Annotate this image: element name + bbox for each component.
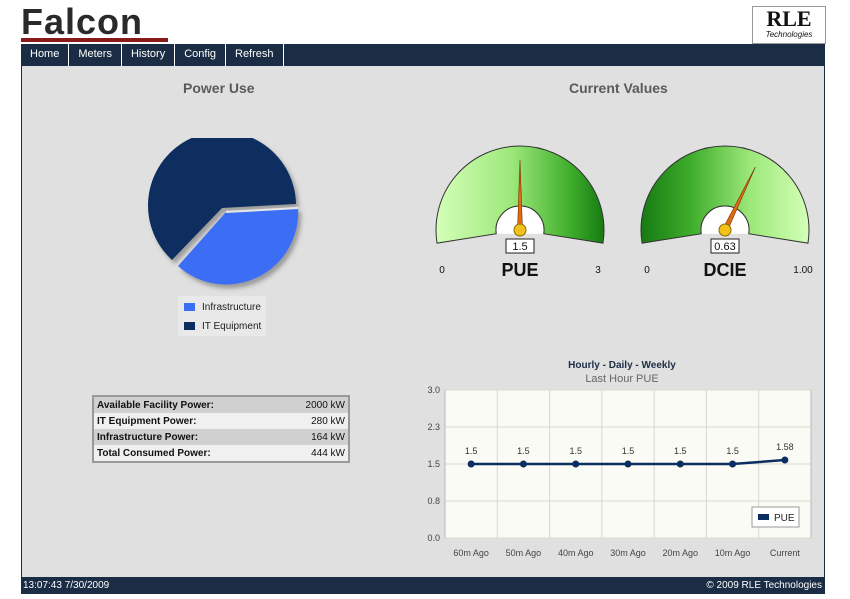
x-tick-label: Current (770, 548, 801, 558)
x-tick-label: 20m Ago (663, 548, 699, 558)
gauge-min-label: 0 (644, 265, 650, 276)
power-use-pie (148, 138, 299, 285)
stats-value: 444 kW (311, 447, 345, 459)
gauge-max-label: 1.00 (793, 265, 813, 276)
data-point (572, 460, 580, 468)
pue-gauge: 1.5 PUE 0 3 (435, 145, 605, 280)
gauges: 1.5 PUE 0 3 0.63 DCIE 0 1.00 (435, 145, 813, 280)
pue-line-chart: Hourly - Daily - Weekly Last Hour PUE 0.… (427, 360, 812, 558)
status-timestamp: 13:07:43 7/30/2009 (23, 580, 110, 591)
x-tick-label: 10m Ago (715, 548, 751, 558)
nav-meters[interactable]: Meters (69, 44, 122, 66)
brand-logo-text: RLE (766, 6, 812, 31)
stats-value: 2000 kW (305, 399, 345, 411)
stats-value: 280 kW (311, 415, 345, 427)
copyright: © 2009 RLE Technologies (706, 580, 822, 591)
data-label: 1.5 (726, 446, 739, 456)
data-point (624, 460, 632, 468)
data-label: 1.5 (517, 446, 530, 456)
gauge-min-label: 0 (439, 265, 445, 276)
chart-subtitle: Last Hour PUE (585, 373, 658, 385)
data-label: 1.58 (776, 442, 794, 452)
data-label: 1.5 (569, 446, 582, 456)
nav-history[interactable]: History (122, 44, 176, 66)
x-tick-label: 60m Ago (453, 548, 489, 558)
gauge-pivot (718, 223, 732, 237)
gauge-value: 1.5 (512, 241, 527, 253)
x-tick-label: 30m Ago (610, 548, 646, 558)
chart-title: Hourly - Daily - Weekly (568, 360, 676, 371)
y-tick-label: 3.0 (427, 385, 440, 395)
y-tick-label: 1.5 (427, 459, 440, 469)
data-label: 1.5 (465, 446, 478, 456)
stats-label: IT Equipment Power: (97, 415, 197, 427)
chart-legend: PUE (751, 506, 800, 528)
main-nav: Home Meters History Config Refresh (21, 44, 825, 66)
x-tick-label: 50m Ago (506, 548, 542, 558)
data-point (729, 460, 737, 468)
stats-label: Total Consumed Power: (97, 447, 211, 459)
stats-row-available: Available Facility Power: 2000 kW (93, 396, 349, 413)
y-tick-label: 2.3 (427, 422, 440, 432)
stats-value: 164 kW (311, 431, 345, 443)
legend-item-it-equipment: IT Equipment (184, 321, 261, 332)
stats-label: Infrastructure Power: (97, 431, 199, 443)
y-tick-label: 0.8 (427, 496, 440, 506)
logo-underline (21, 38, 168, 42)
data-label: 1.5 (622, 446, 635, 456)
legend-label-infrastructure: Infrastructure (202, 302, 261, 313)
chart-y-axis: 0.0 0.8 1.5 2.3 3.0 (427, 385, 440, 543)
brand-logo: RLE Technologies (752, 6, 826, 44)
nav-home[interactable]: Home (21, 44, 70, 66)
x-tick-label: 40m Ago (558, 548, 594, 558)
chart-x-axis: 60m Ago 50m Ago 40m Ago 30m Ago 20m Ago 10m A… (453, 548, 800, 558)
legend-item-infrastructure: Infrastructure (184, 302, 261, 313)
gauge-value: 0.63 (714, 241, 735, 253)
power-use-title: Power Use (183, 80, 255, 96)
gauge-name: DCIE (703, 260, 746, 280)
stats-row-infrastructure: Infrastructure Power: 164 kW (93, 429, 349, 445)
pie-legend: Infrastructure IT Equipment (178, 296, 266, 336)
current-values-title: Current Values (569, 80, 668, 96)
status-bar: 13:07:43 7/30/2009 © 2009 RLE Technologi… (21, 577, 825, 594)
chart-legend-swatch (758, 514, 769, 520)
y-tick-label: 0.0 (427, 533, 440, 543)
legend-swatch-it-equipment (184, 322, 195, 331)
stats-row-total: Total Consumed Power: 444 kW (93, 445, 349, 462)
stats-label: Available Facility Power: (97, 399, 214, 411)
gauge-pivot (513, 223, 527, 237)
chart-legend-label: PUE (774, 513, 795, 524)
power-stats-table: Available Facility Power: 2000 kW IT Equ… (92, 395, 350, 463)
stats-row-it-equipment: IT Equipment Power: 280 kW (93, 413, 349, 429)
data-point (519, 460, 527, 468)
gauge-max-label: 3 (595, 265, 601, 276)
data-point (676, 460, 684, 468)
data-point (781, 456, 789, 464)
dcie-gauge: 0.63 DCIE 0 1.00 (640, 145, 813, 280)
legend-swatch-infrastructure (184, 303, 195, 312)
nav-config[interactable]: Config (175, 44, 226, 66)
gauge-name: PUE (501, 260, 538, 280)
app-logo: Falcon (21, 1, 144, 42)
nav-refresh[interactable]: Refresh (226, 44, 284, 66)
legend-label-it-equipment: IT Equipment (202, 321, 262, 332)
data-point (467, 460, 475, 468)
data-label: 1.5 (674, 446, 687, 456)
brand-logo-subtext: Technologies (765, 30, 813, 39)
